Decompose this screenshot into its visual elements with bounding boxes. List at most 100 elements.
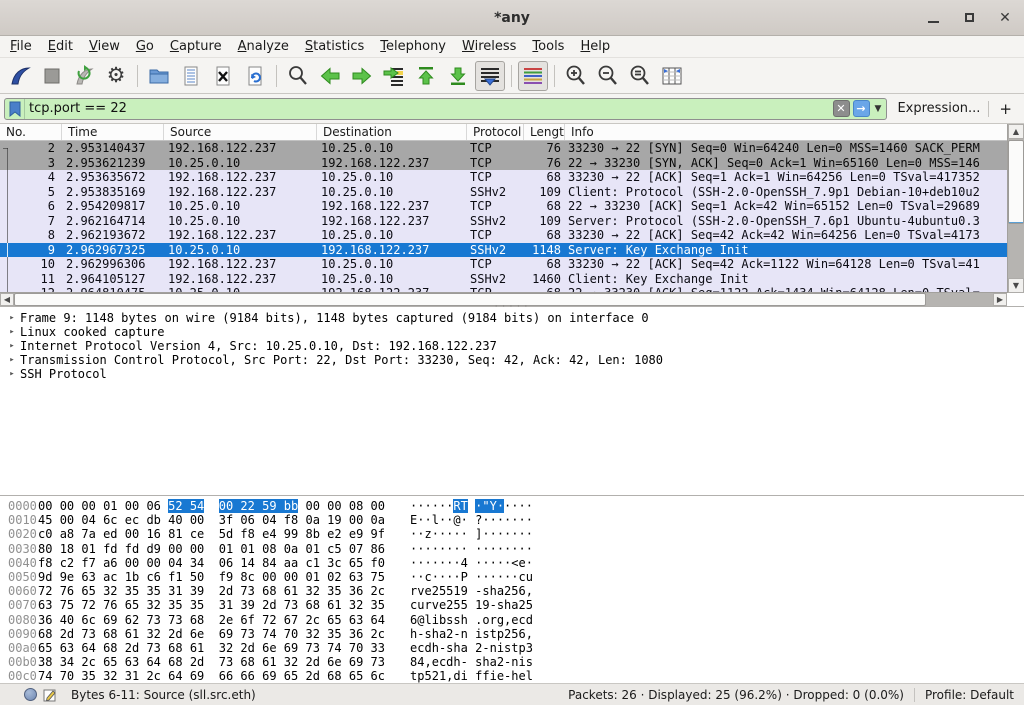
go-to-packet-button[interactable] (379, 61, 409, 91)
hex-offset: 0020 (8, 527, 38, 541)
hex-row-0040[interactable]: 0040f8 c2 f7 a6 00 00 04 34 06 14 84 aa … (0, 556, 1024, 570)
column-header-source[interactable]: Source (164, 124, 317, 140)
filter-bookmark-button[interactable] (5, 99, 25, 119)
column-header-destination[interactable]: Destination (317, 124, 467, 140)
filter-history-dropdown[interactable]: ▼ (875, 104, 882, 114)
expand-arrow-icon[interactable]: ▸ (4, 367, 20, 381)
menu-edit[interactable]: Edit (40, 37, 81, 56)
detail-text: SSH Protocol (20, 367, 107, 381)
menu-analyze[interactable]: Analyze (230, 37, 297, 56)
go-first-packet-button[interactable] (411, 61, 441, 91)
detail-line[interactable]: ▸Transmission Control Protocol, Src Port… (0, 353, 1024, 367)
display-filter-box[interactable]: ✕ → ▼ (4, 98, 887, 120)
menu-capture[interactable]: Capture (162, 37, 230, 56)
title-bar[interactable]: *any ✕ (0, 0, 1024, 36)
packet-row-10[interactable]: 102.962996306192.168.122.23710.25.0.10TC… (0, 257, 1007, 272)
hex-row-0050[interactable]: 00509d 9e 63 ac 1b c6 f1 50 f9 8c 00 00 … (0, 570, 1024, 584)
hex-bytes: 65 63 64 68 2d 73 68 61 32 2d 6e 69 73 7… (38, 641, 385, 655)
menu-file[interactable]: File (2, 37, 40, 56)
expand-arrow-icon[interactable]: ▸ (4, 311, 20, 325)
menu-go[interactable]: Go (128, 37, 162, 56)
vertical-scrollbar[interactable]: ▲ ▼ (1007, 124, 1024, 293)
scroll-left-button[interactable]: ◀ (0, 293, 14, 306)
menu-tools[interactable]: Tools (524, 37, 572, 56)
minimize-button[interactable] (922, 7, 944, 29)
colorize-toggle[interactable] (518, 61, 548, 91)
hex-row-0000[interactable]: 000000 00 00 01 00 06 52 54 00 22 59 bb … (0, 499, 1024, 513)
detail-line[interactable]: ▸SSH Protocol (0, 367, 1024, 381)
go-forward-button[interactable] (347, 61, 377, 91)
expand-arrow-icon[interactable]: ▸ (4, 339, 20, 353)
capture-comment-button[interactable] (43, 688, 57, 702)
menu-help[interactable]: Help (572, 37, 618, 56)
menu-statistics[interactable]: Statistics (297, 37, 372, 56)
vertical-scrollbar-thumb[interactable] (1008, 140, 1024, 224)
display-filter-input[interactable] (25, 101, 833, 116)
start-capture-button[interactable] (5, 61, 35, 91)
hex-row-00a0[interactable]: 00a065 63 64 68 2d 73 68 61 32 2d 6e 69 … (0, 641, 1024, 655)
detail-line[interactable]: ▸Frame 9: 1148 bytes on wire (9184 bits)… (0, 311, 1024, 325)
zoom-original-button[interactable] (625, 61, 655, 91)
packet-row-4[interactable]: 42.953635672192.168.122.23710.25.0.10TCP… (0, 170, 1007, 185)
column-header-time[interactable]: Time (62, 124, 164, 140)
filter-apply-button[interactable]: → (853, 100, 870, 117)
find-packet-button[interactable] (283, 61, 313, 91)
expert-info-button[interactable] (24, 688, 37, 701)
stop-capture-button[interactable] (37, 61, 67, 91)
expression-button[interactable]: Expression... (897, 101, 980, 116)
auto-scroll-toggle[interactable] (475, 61, 505, 91)
go-last-packet-button[interactable] (443, 61, 473, 91)
resize-columns-button[interactable] (657, 61, 687, 91)
add-filter-button[interactable]: + (997, 100, 1018, 118)
hex-ascii: ········ ········ (410, 542, 533, 556)
close-file-button[interactable] (208, 61, 238, 91)
zoom-in-button[interactable] (561, 61, 591, 91)
packet-row-8[interactable]: 82.962193672192.168.122.23710.25.0.10TCP… (0, 228, 1007, 243)
packet-row-6[interactable]: 62.95420981710.25.0.10192.168.122.237TCP… (0, 199, 1007, 214)
status-profile-text[interactable]: Profile: Default (919, 688, 1024, 702)
column-header-no[interactable]: No. (0, 124, 62, 140)
scroll-right-button[interactable]: ▶ (993, 293, 1007, 306)
hex-row-00c0[interactable]: 00c074 70 35 32 31 2c 64 69 66 66 69 65 … (0, 669, 1024, 683)
filter-clear-button[interactable]: ✕ (833, 100, 850, 117)
column-header-protocol[interactable]: Protocol (467, 124, 524, 140)
scroll-up-button[interactable]: ▲ (1008, 124, 1024, 139)
detail-line[interactable]: ▸Linux cooked capture (0, 325, 1024, 339)
hex-row-0010[interactable]: 001045 00 04 6c ec db 40 00 3f 06 04 f8 … (0, 513, 1024, 527)
save-file-button[interactable] (176, 61, 206, 91)
reload-file-button[interactable] (240, 61, 270, 91)
hex-row-0020[interactable]: 0020c0 a8 7a ed 00 16 81 ce 5d f8 e4 99 … (0, 527, 1024, 541)
detail-line[interactable]: ▸Internet Protocol Version 4, Src: 10.25… (0, 339, 1024, 353)
hex-row-0090[interactable]: 009068 2d 73 68 61 32 2d 6e 69 73 74 70 … (0, 627, 1024, 641)
packet-row-2[interactable]: 22.953140437192.168.122.23710.25.0.10TCP… (0, 141, 1007, 156)
menu-wireless[interactable]: Wireless (454, 37, 524, 56)
hex-row-0080[interactable]: 008036 40 6c 69 62 73 73 68 2e 6f 72 67 … (0, 613, 1024, 627)
go-back-button[interactable] (315, 61, 345, 91)
zoom-out-button[interactable] (593, 61, 623, 91)
expand-arrow-icon[interactable]: ▸ (4, 353, 20, 367)
packet-row-3[interactable]: 32.95362123910.25.0.10192.168.122.237TCP… (0, 156, 1007, 171)
horizontal-scrollbar-thumb[interactable] (14, 293, 926, 306)
hex-row-0060[interactable]: 006072 76 65 32 35 35 31 39 2d 73 68 61 … (0, 584, 1024, 598)
hex-row-0070[interactable]: 007063 75 72 76 65 32 35 35 31 39 2d 73 … (0, 598, 1024, 612)
scroll-down-button[interactable]: ▼ (1008, 278, 1024, 293)
column-header-info[interactable]: Info (565, 124, 1007, 140)
capture-options-button[interactable]: ⚙ (101, 61, 131, 91)
packet-row-7[interactable]: 72.96216471410.25.0.10192.168.122.237SSH… (0, 214, 1007, 229)
hex-row-0030[interactable]: 003080 18 01 fd fd d9 00 00 01 01 08 0a … (0, 542, 1024, 556)
restart-capture-button[interactable] (69, 61, 99, 91)
cell-protocol: TCP (467, 170, 524, 185)
menu-telephony[interactable]: Telephony (372, 37, 454, 56)
cell-protocol: TCP (467, 141, 524, 156)
expand-arrow-icon[interactable]: ▸ (4, 325, 20, 339)
pane-splitter-handle[interactable]: ····· (493, 305, 530, 309)
open-file-button[interactable] (144, 61, 174, 91)
hex-row-00b0[interactable]: 00b038 34 2c 65 63 64 68 2d 73 68 61 32 … (0, 655, 1024, 669)
close-button[interactable]: ✕ (994, 7, 1016, 29)
menu-view[interactable]: View (81, 37, 128, 56)
packet-row-9[interactable]: 92.96296732510.25.0.10192.168.122.237SSH… (0, 243, 1007, 258)
maximize-button[interactable] (958, 7, 980, 29)
packet-row-5[interactable]: 52.953835169192.168.122.23710.25.0.10SSH… (0, 185, 1007, 200)
column-header-length[interactable]: Length (524, 124, 565, 140)
packet-row-11[interactable]: 112.964105127192.168.122.23710.25.0.10SS… (0, 272, 1007, 287)
